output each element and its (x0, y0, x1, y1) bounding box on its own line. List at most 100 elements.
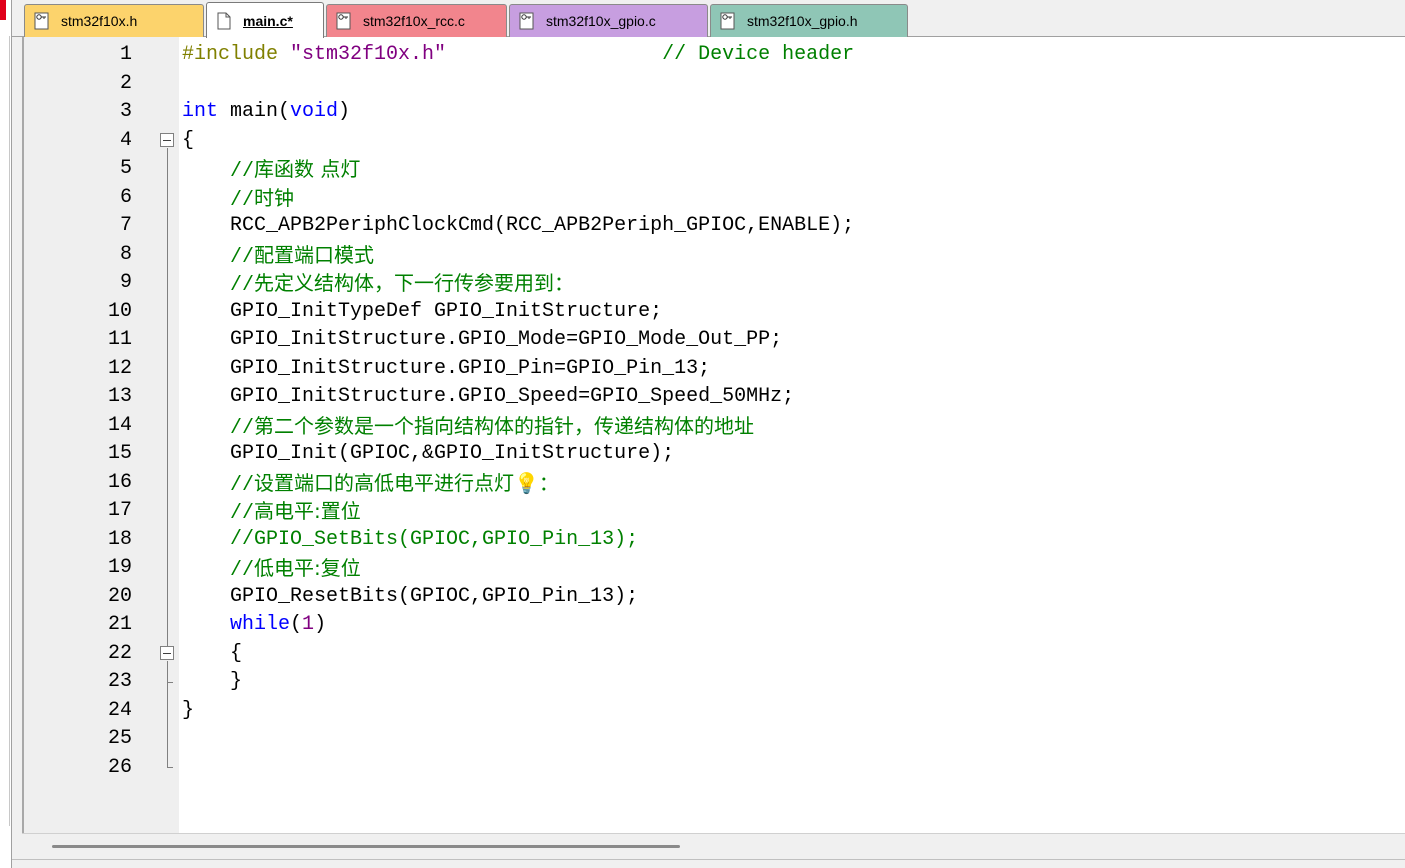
code-token: // (230, 245, 255, 269)
code-token: //GPIO_SetBits(GPIOC,GPIO_Pin_13); (230, 527, 639, 551)
fold-guide (167, 661, 168, 683)
code-token: 1 (302, 613, 315, 636)
code-line[interactable]: //第二个参数是一个指向结构体的指针，传递结构体的地址 (182, 412, 754, 440)
code-token: // (230, 473, 255, 497)
tab-stm32f10x-gpio-c[interactable]: stm32f10x_gpio.c (509, 4, 708, 37)
left-panel-scrollbar[interactable] (9, 36, 10, 826)
code-line[interactable]: //配置端口模式 (182, 241, 374, 269)
code-token: main( (218, 100, 291, 123)
fold-toggle-while[interactable] (160, 646, 174, 660)
header-file-icon (33, 12, 51, 30)
line-number: 4 (119, 128, 132, 152)
code-token: { (182, 641, 243, 665)
code-token: GPIO_InitTypeDef GPIO_InitStructure; (182, 299, 663, 323)
code-line[interactable]: while(1) (182, 611, 326, 639)
code-line[interactable]: GPIO_InitStructure.GPIO_Speed=GPIO_Speed… (182, 383, 794, 411)
code-token: 高电平:置位 (254, 499, 361, 523)
line-number: 13 (107, 385, 132, 408)
line-number: 2 (119, 71, 132, 95)
code-line[interactable]: } (182, 668, 242, 696)
code-line[interactable]: { (182, 640, 242, 668)
code-token: 先定义结构体，下一行传参要用到： (254, 271, 575, 295)
line-number: 20 (107, 584, 132, 608)
line-number: 1 (119, 43, 132, 66)
code-token: int (182, 100, 219, 123)
line-number: 18 (107, 527, 132, 551)
line-number: 12 (107, 356, 132, 380)
code-line[interactable]: GPIO_InitTypeDef GPIO_InitStructure; (182, 298, 662, 326)
status-bar (12, 859, 1405, 868)
key-file-icon (719, 12, 737, 30)
line-number: 11 (107, 328, 132, 351)
code-line[interactable]: //时钟 (182, 184, 294, 212)
line-number: 24 (107, 698, 132, 722)
code-token: GPIO_ResetBits(GPIOC,GPIO_Pin_13); (182, 584, 639, 608)
code-line[interactable]: //库函数 点灯 (182, 155, 360, 183)
code-token: RCC_APB2PeriphClockCmd(RCC_APB2Periph_GP… (182, 214, 855, 237)
line-number: 14 (107, 413, 132, 437)
fold-guide (167, 683, 168, 767)
fold-toggle-main[interactable] (160, 133, 174, 147)
code-token: GPIO_Init(GPIOC,&GPIO_InitStructure); (182, 442, 675, 465)
error-marker (0, 0, 6, 20)
code-token: // (230, 559, 255, 582)
code-line[interactable]: //低电平:复位 (182, 554, 361, 582)
code-line[interactable]: } (182, 697, 194, 725)
horizontal-scrollbar[interactable] (22, 833, 1405, 859)
code-token: } (182, 670, 243, 693)
tab-stm32f10x-rcc-c[interactable]: stm32f10x_rcc.c (326, 4, 507, 37)
code-token: 库函数 点灯 (254, 157, 361, 181)
code-area[interactable]: #include "stm32f10x.h" // Device header i… (179, 37, 1405, 833)
code-token: // (230, 160, 255, 183)
code-token: // (230, 502, 255, 525)
key-file-icon (335, 12, 353, 30)
code-token: // (230, 274, 255, 297)
line-number: 22 (107, 641, 132, 665)
tab-label: stm32f10x_gpio.c (546, 13, 656, 29)
code-line[interactable]: GPIO_InitStructure.GPIO_Mode=GPIO_Mode_O… (182, 326, 782, 354)
code-line[interactable]: //先定义结构体，下一行传参要用到： (182, 269, 574, 297)
tab-stm32f10x-h[interactable]: stm32f10x.h (24, 4, 204, 37)
code-line[interactable]: int main(void) (182, 98, 350, 126)
line-number: 8 (119, 242, 132, 266)
code-token: 设置端口的高低电平进行点灯💡： (254, 470, 559, 495)
tab-label: stm32f10x_gpio.h (747, 13, 858, 29)
line-number: 3 (119, 100, 132, 123)
code-line[interactable]: GPIO_Init(GPIOC,&GPIO_InitStructure); (182, 440, 674, 468)
line-number: 5 (119, 157, 132, 180)
tab-main-c[interactable]: main.c* (206, 2, 324, 38)
code-line[interactable]: //设置端口的高低电平进行点灯💡： (182, 469, 559, 497)
tab-label: stm32f10x_rcc.c (363, 13, 465, 29)
line-number: 26 (107, 755, 132, 779)
line-number: 25 (107, 727, 132, 750)
code-line[interactable]: GPIO_InitStructure.GPIO_Pin=GPIO_Pin_13; (182, 355, 710, 383)
code-token: GPIO_InitStructure.GPIO_Mode=GPIO_Mode_O… (182, 328, 783, 351)
code-editor[interactable]: 1 2 3 4 5 6 7 8 9 10 11 12 13 14 15 16 17 18 19 20 21 22 23 24 2… (22, 37, 1405, 833)
tab-label: stm32f10x.h (61, 13, 138, 29)
code-line[interactable]: RCC_APB2PeriphClockCmd(RCC_APB2Periph_GP… (182, 212, 854, 240)
code-token: GPIO_InitStructure.GPIO_Speed=GPIO_Speed… (182, 385, 795, 408)
scrollbar-thumb[interactable] (52, 845, 680, 848)
fold-margin (157, 37, 179, 833)
tab-stm32f10x-gpio-h[interactable]: stm32f10x_gpio.h (710, 4, 908, 37)
code-line[interactable]: //高电平:置位 (182, 497, 361, 525)
tab-label: main.c* (243, 12, 293, 29)
code-token: "stm32f10x.h" (290, 43, 447, 66)
code-line[interactable]: { (182, 127, 194, 155)
key-file-icon (518, 12, 536, 30)
line-number: 16 (107, 470, 132, 494)
code-token: while (230, 613, 291, 636)
code-token: // Device header (662, 43, 855, 66)
code-line[interactable]: #include "stm32f10x.h" // Device header (182, 41, 854, 69)
code-line[interactable]: GPIO_ResetBits(GPIOC,GPIO_Pin_13); (182, 583, 638, 611)
code-line[interactable]: //GPIO_SetBits(GPIOC,GPIO_Pin_13); (182, 526, 638, 554)
